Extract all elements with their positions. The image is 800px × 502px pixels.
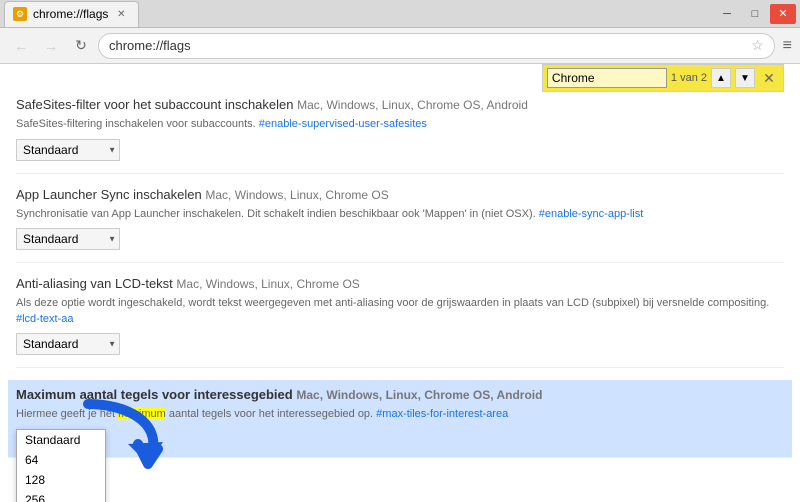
tab-favicon: ⚙	[13, 7, 27, 21]
close-button[interactable]: ✕	[770, 4, 796, 24]
minimize-button[interactable]: ─	[714, 4, 740, 24]
flag-link-max-tiles[interactable]: #max-tiles-for-interest-area	[376, 408, 508, 420]
flag-link-safesites[interactable]: #enable-supervised-user-safesites	[259, 118, 427, 130]
flag-title-lcd-aa: Anti-aliasing van LCD-tekst Mac, Windows…	[16, 275, 784, 293]
flag-title-max-tiles: Maximum aantal tegels voor interessegebi…	[16, 386, 784, 404]
flag-section-sync-app: App Launcher Sync inschakelen Mac, Windo…	[16, 186, 784, 264]
maximize-button[interactable]: □	[742, 4, 768, 24]
find-input[interactable]	[547, 68, 667, 88]
flags-content: SafeSites-filter voor het subaccount ins…	[0, 64, 800, 502]
flag-desc-safesites: SafeSites-filtering inschakelen voor sub…	[16, 117, 784, 132]
chrome-menu-icon[interactable]: ≡	[783, 37, 792, 55]
dropdown-item-standaard[interactable]: Standaard	[17, 430, 105, 450]
dropdown-open-wrapper: 512 ▼ Standaard 64 128 256 512	[16, 429, 106, 451]
find-close-button[interactable]: ✕	[759, 68, 779, 88]
title-bar: ⚙ chrome://flags ✕ ─ □ ✕	[0, 0, 800, 28]
back-button[interactable]: ←	[8, 33, 34, 59]
flag-desc-max-tiles: Hiermee geeft je het maximum aantal tege…	[16, 407, 784, 422]
flag-title-sync-app: App Launcher Sync inschakelen Mac, Windo…	[16, 186, 784, 204]
address-bar[interactable]: chrome://flags ☆	[98, 33, 775, 59]
flag-link-sync-app[interactable]: #enable-sync-app-list	[539, 208, 644, 220]
dropdown-item-128[interactable]: 128	[17, 470, 105, 490]
navigation-bar: ← → ↻ chrome://flags ☆ ≡	[0, 28, 800, 64]
flag-select-lcd-aa[interactable]: Standaard Ingeschakeld Uitgeschakeld	[16, 333, 120, 355]
flag-select-wrapper-safesites: Standaard Ingeschakeld Uitgeschakeld ▼	[16, 139, 120, 161]
window-controls: ─ □ ✕	[714, 4, 796, 24]
highlight-text: maximum	[118, 408, 166, 420]
reload-button[interactable]: ↻	[68, 33, 94, 59]
flag-section-safesites: SafeSites-filter voor het subaccount ins…	[16, 96, 784, 174]
flag-desc-sync-app: Synchronisatie van App Launcher inschake…	[16, 207, 784, 222]
find-prev-button[interactable]: ▲	[711, 68, 731, 88]
flag-title-safesites: SafeSites-filter voor het subaccount ins…	[16, 96, 784, 114]
tab-strip: ⚙ chrome://flags ✕	[4, 1, 139, 27]
forward-button[interactable]: →	[38, 33, 64, 59]
flag-select-safesites[interactable]: Standaard Ingeschakeld Uitgeschakeld	[16, 139, 120, 161]
flag-select-wrapper-sync-app: Standaard Ingeschakeld Uitgeschakeld ▼	[16, 228, 120, 250]
find-count: 1 van 2	[671, 72, 707, 84]
flag-select-wrapper-lcd-aa: Standaard Ingeschakeld Uitgeschakeld ▼	[16, 333, 120, 355]
flag-section-max-tiles: Maximum aantal tegels voor interessegebi…	[8, 380, 792, 458]
main-content: 1 van 2 ▲ ▼ ✕ SafeSites-filter voor het …	[0, 64, 800, 502]
active-tab[interactable]: ⚙ chrome://flags ✕	[4, 1, 139, 27]
tab-title: chrome://flags	[33, 7, 108, 21]
flag-link-lcd-aa[interactable]: #lcd-text-aa	[16, 313, 73, 325]
dropdown-item-256[interactable]: 256	[17, 490, 105, 502]
flag-section-lcd-aa: Anti-aliasing van LCD-tekst Mac, Windows…	[16, 275, 784, 368]
bookmark-star-icon[interactable]: ☆	[751, 37, 764, 54]
dropdown-menu-max-tiles: Standaard 64 128 256 512	[16, 429, 106, 502]
address-text: chrome://flags	[109, 38, 747, 53]
dropdown-item-64[interactable]: 64	[17, 450, 105, 470]
find-bar: 1 van 2 ▲ ▼ ✕	[542, 64, 784, 92]
find-next-button[interactable]: ▼	[735, 68, 755, 88]
flag-select-sync-app[interactable]: Standaard Ingeschakeld Uitgeschakeld	[16, 228, 120, 250]
flag-desc-lcd-aa: Als deze optie wordt ingeschakeld, wordt…	[16, 296, 784, 327]
tab-close-button[interactable]: ✕	[114, 7, 128, 21]
